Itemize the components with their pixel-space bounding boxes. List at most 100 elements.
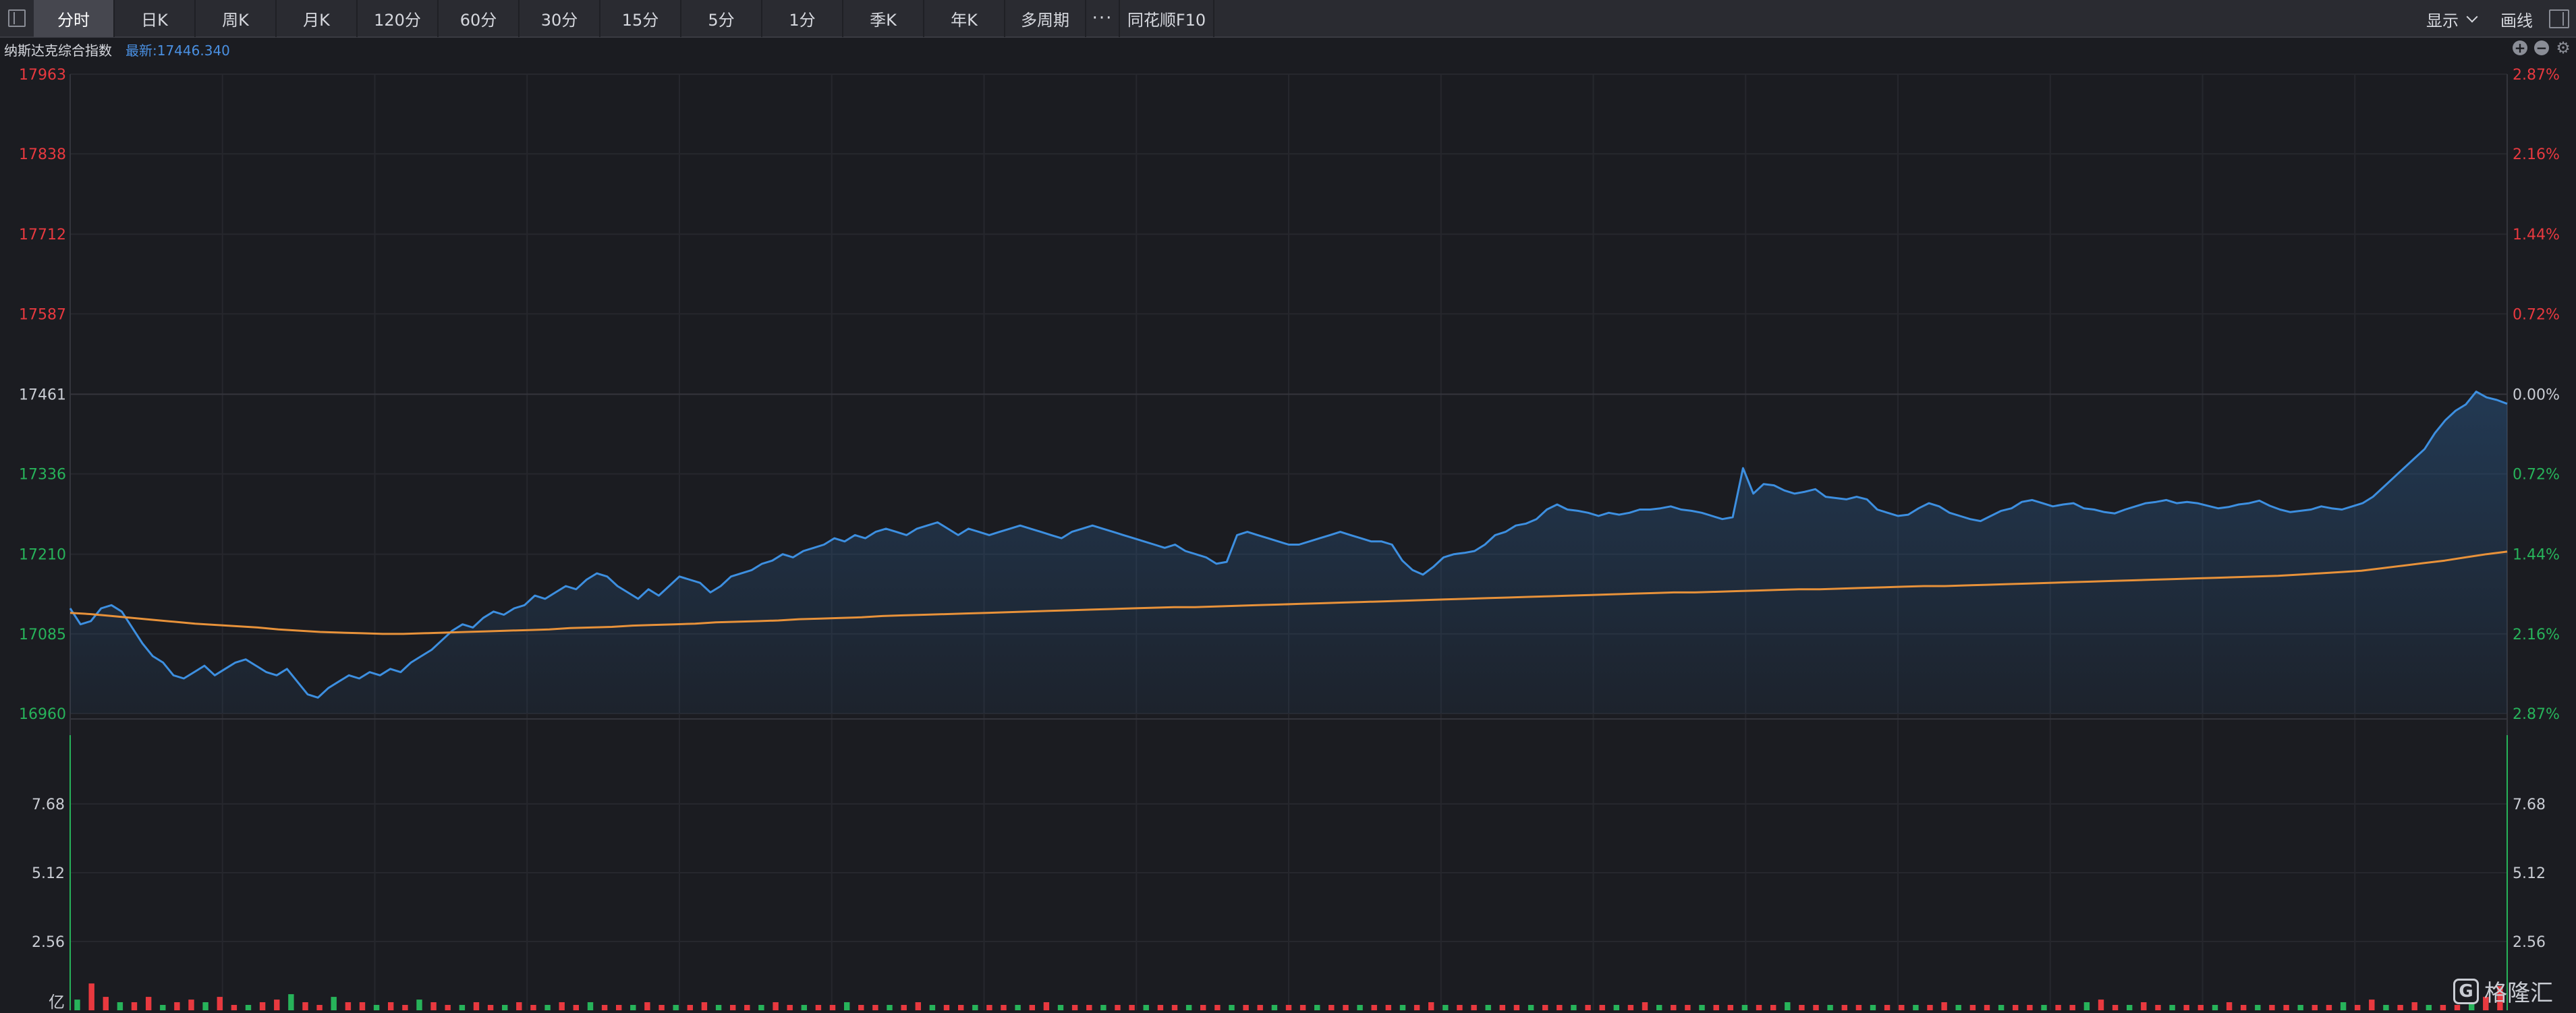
volume-bar: [103, 997, 109, 1010]
volume-bar: [1257, 1005, 1263, 1010]
tab-60min[interactable]: 60分: [439, 0, 520, 37]
tab-daily-k[interactable]: 日K: [115, 0, 196, 37]
volume-bar: [131, 1002, 138, 1010]
volume-bar: [1229, 1005, 1235, 1010]
volume-bar: [1100, 1005, 1107, 1010]
volume-bar: [1200, 1005, 1206, 1010]
volume-bar: [1443, 1005, 1449, 1010]
tab-yearly-k[interactable]: 年K: [924, 0, 1005, 37]
more-button[interactable]: ···: [1086, 0, 1120, 37]
chart-controls: + − ⚙: [2513, 40, 2571, 56]
volume-bar: [331, 997, 337, 1010]
volume-bar: [373, 1005, 380, 1010]
volume-bar: [758, 1005, 764, 1010]
price-tick-label: 16960: [19, 706, 66, 723]
volume-bar: [1841, 1005, 1847, 1010]
volume-bar: [1685, 1005, 1691, 1010]
volume-tick-label: 2.56: [32, 934, 65, 951]
tab-intraday[interactable]: 分时: [34, 0, 115, 37]
volume-bar: [1471, 1005, 1477, 1010]
volume-bar: [2055, 1005, 2061, 1010]
volume-bar: [217, 997, 223, 1010]
volume-bar: [1642, 1002, 1648, 1010]
volume-bar: [1528, 1005, 1534, 1010]
price-tick-label: 17336: [19, 467, 66, 484]
volume-bar: [1671, 1005, 1677, 1010]
volume-bar: [1627, 1005, 1634, 1010]
volume-bar: [2411, 1002, 2417, 1010]
tab-120min[interactable]: 120分: [358, 0, 439, 37]
volume-bar: [416, 1000, 422, 1010]
pct-tick-label: 2.87%: [2513, 706, 2560, 723]
volume-bar: [673, 1005, 679, 1010]
volume-bar: [1884, 1005, 1891, 1010]
volume-bar: [316, 1005, 323, 1010]
volume-bar: [1185, 1005, 1192, 1010]
volume-bar: [1328, 1005, 1335, 1010]
price-tick-label: 17210: [19, 547, 66, 564]
volume-bar: [1927, 1005, 1933, 1010]
volume-tick-label-right: 7.68: [2513, 797, 2546, 813]
pct-tick-label: 2.16%: [2513, 146, 2560, 163]
volume-bar: [815, 1005, 822, 1010]
volume-tick-label-right: 5.12: [2513, 865, 2546, 882]
volume-bar: [2098, 1000, 2104, 1010]
volume-bar: [1656, 1005, 1662, 1010]
tab-30min[interactable]: 30分: [520, 0, 600, 37]
zoom-in-icon[interactable]: +: [2513, 40, 2527, 55]
pct-tick-label: 1.44%: [2513, 227, 2560, 243]
volume-bar: [587, 1002, 594, 1010]
volume-bar: [2197, 1005, 2204, 1010]
volume-bar: [1214, 1005, 1221, 1010]
tab-5min[interactable]: 5分: [681, 0, 762, 37]
volume-bar: [887, 1005, 893, 1010]
volume-bar: [1086, 1005, 1092, 1010]
side-panel-icon[interactable]: [2549, 9, 2569, 28]
volume-bar: [245, 1005, 252, 1010]
draw-line-button[interactable]: 画线: [2488, 0, 2545, 38]
tab-quarterly-k[interactable]: 季K: [843, 0, 924, 37]
volume-bar: [701, 1002, 708, 1010]
volume-bar: [630, 1005, 636, 1010]
zoom-out-icon[interactable]: −: [2534, 40, 2549, 55]
volume-bar: [146, 997, 152, 1010]
volume-bar: [2027, 1005, 2033, 1010]
volume-bar: [1713, 1005, 1719, 1010]
volume-bar: [2069, 1005, 2075, 1010]
volume-tick-label: 5.12: [32, 865, 65, 882]
volume-bar: [459, 1005, 466, 1010]
volume-bar: [2369, 1000, 2375, 1010]
volume-bar: [559, 1002, 565, 1010]
latest-price: 最新:17446.340: [125, 42, 230, 59]
volume-bar: [473, 1002, 480, 1010]
volume-bar: [2426, 1005, 2432, 1010]
volume-bar: [1171, 1005, 1178, 1010]
volume-bar: [430, 1002, 437, 1010]
gear-icon[interactable]: ⚙: [2556, 40, 2571, 56]
tab-monthly-k[interactable]: 月K: [277, 0, 358, 37]
f10-button[interactable]: 同花顺F10: [1120, 0, 1214, 37]
volume-bar: [188, 1000, 194, 1010]
tab-multi-period[interactable]: 多周期: [1005, 0, 1086, 37]
volume-bar: [687, 1005, 693, 1010]
volume-bar: [2355, 1005, 2361, 1010]
volume-bar: [1913, 1005, 1919, 1010]
volume-bar: [231, 1005, 237, 1010]
volume-bar: [2041, 1005, 2047, 1010]
price-tick-label: 17838: [19, 146, 66, 163]
tab-weekly-k[interactable]: 周K: [196, 0, 277, 37]
sidebar-toggle-icon[interactable]: [0, 0, 34, 37]
price-tick-label: 17712: [19, 227, 66, 243]
tab-1min[interactable]: 1分: [762, 0, 843, 37]
volume-tick-label-right: 2.56: [2513, 934, 2546, 951]
volume-bar: [1756, 1005, 1762, 1010]
volume-tick-label: 7.68: [32, 797, 65, 813]
intraday-chart[interactable]: 17963 2.87% 17838 2.16% 17712 1.44% 17587 0.72%…: [0, 59, 2576, 1013]
display-dropdown[interactable]: 显示: [2414, 0, 2488, 38]
volume-bar: [801, 1005, 807, 1010]
tab-15min[interactable]: 15分: [600, 0, 681, 37]
volume-bar: [402, 1005, 408, 1010]
volume-bar: [2183, 1005, 2189, 1010]
volume-bar: [644, 1002, 650, 1010]
volume-bar: [88, 983, 94, 1010]
